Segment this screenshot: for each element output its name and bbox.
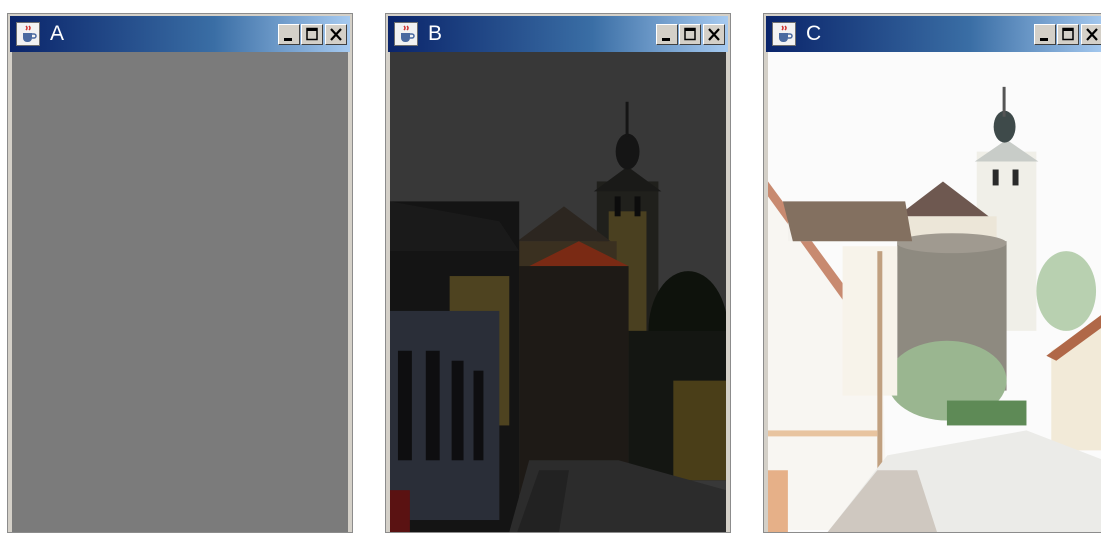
maximize-icon bbox=[684, 27, 696, 41]
java-cup-icon[interactable] bbox=[394, 22, 418, 46]
title-bar[interactable]: B bbox=[388, 16, 728, 52]
window-title: C bbox=[806, 22, 822, 45]
title-bar[interactable]: C bbox=[766, 16, 1101, 52]
maximize-button[interactable] bbox=[301, 24, 323, 45]
church-street-photo-dark bbox=[390, 52, 726, 532]
close-icon bbox=[708, 28, 720, 41]
close-icon bbox=[330, 28, 342, 41]
window-b: B bbox=[385, 13, 731, 533]
image-panel-gray bbox=[12, 52, 348, 532]
title-bar[interactable]: A bbox=[10, 16, 350, 52]
maximize-icon bbox=[306, 27, 318, 41]
minimize-button[interactable] bbox=[278, 24, 300, 45]
close-button[interactable] bbox=[325, 24, 347, 45]
java-cup-icon[interactable] bbox=[16, 22, 40, 46]
java-cup-icon[interactable] bbox=[772, 22, 796, 46]
maximize-icon bbox=[1062, 27, 1074, 41]
church-street-photo-bright bbox=[768, 52, 1101, 532]
minimize-button[interactable] bbox=[1034, 24, 1056, 45]
minimize-button[interactable] bbox=[656, 24, 678, 45]
maximize-button[interactable] bbox=[1057, 24, 1079, 45]
window-c: C bbox=[763, 13, 1101, 533]
window-a: A bbox=[7, 13, 353, 533]
close-icon bbox=[1086, 28, 1098, 41]
image-panel-bright-photo bbox=[768, 52, 1101, 532]
minimize-icon bbox=[284, 38, 292, 41]
minimize-icon bbox=[1040, 38, 1048, 41]
maximize-button[interactable] bbox=[679, 24, 701, 45]
close-button[interactable] bbox=[703, 24, 725, 45]
minimize-icon bbox=[662, 38, 670, 41]
image-panel-dark-photo bbox=[390, 52, 726, 532]
window-title: A bbox=[50, 22, 65, 45]
close-button[interactable] bbox=[1081, 24, 1101, 45]
window-title: B bbox=[428, 22, 443, 45]
